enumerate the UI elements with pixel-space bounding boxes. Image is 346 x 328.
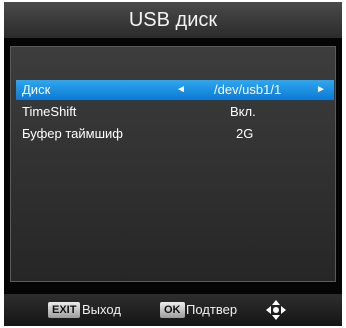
menu-item-value: /dev/usb1/1 xyxy=(214,82,282,97)
usb-disk-menu: USB диск Диск ◄ /dev/usb1/1 ► TimeShift … xyxy=(4,2,342,326)
menu-item-value: Вкл. xyxy=(230,104,256,119)
menu-item-value: 2G xyxy=(236,126,254,141)
exit-key[interactable]: EXIT xyxy=(48,302,81,318)
menu-item-disk[interactable]: Диск ◄ /dev/usb1/1 ► xyxy=(16,80,334,100)
arrow-left-icon[interactable]: ◄ xyxy=(176,80,186,100)
menu-item-label: TimeShift xyxy=(22,104,77,119)
ok-key[interactable]: OK xyxy=(160,302,185,318)
page-title: USB диск xyxy=(4,2,342,38)
footer-bar: EXIT Выход OK Подтвер xyxy=(4,294,342,326)
dpad-icon xyxy=(266,300,286,320)
arrow-right-icon[interactable]: ► xyxy=(316,80,326,100)
menu-item-timeshift-buffer[interactable]: Буфер таймшиф 2G xyxy=(16,124,334,144)
exit-label: Выход xyxy=(82,302,121,317)
menu-item-timeshift[interactable]: TimeShift Вкл. xyxy=(16,102,334,122)
menu-item-label: Буфер таймшиф xyxy=(22,126,123,141)
ok-label: Подтвер xyxy=(186,302,238,317)
menu-item-label: Диск xyxy=(22,82,51,97)
